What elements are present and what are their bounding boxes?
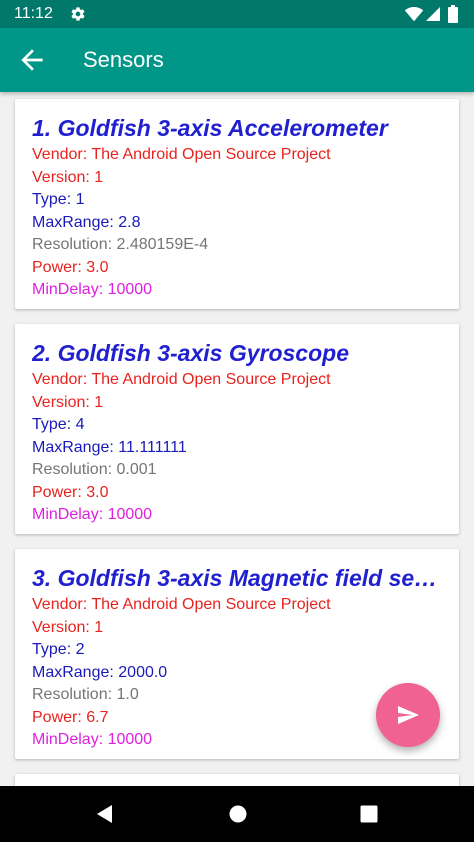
sensor-type: Type: 1 [32,191,85,208]
sensor-version: Version: 1 [32,168,104,186]
sensor-max-range: MaxRange: 11.111111 [32,438,187,456]
sensor-title: 1. Goldfish 3-axis Accelerometer [32,115,388,141]
sensor-version: Version: 1 [32,393,104,411]
nav-home-icon[interactable] [227,803,249,825]
nav-recents-icon[interactable] [359,804,379,824]
gear-icon [71,7,85,21]
sensor-resolution: Resolution: 0.001 [32,461,157,478]
status-bar: 11:12 [0,0,474,28]
sensor-title: 2. Goldfish 3-axis Gyroscope [32,340,349,366]
arrow-back-icon[interactable] [16,44,48,76]
sensor-max-range: MaxRange: 2.8 [32,213,141,231]
sensor-vendor: Vendor: The Android Open Source Project [32,596,331,613]
navigation-bar [0,786,474,842]
sensor-min-delay: MinDelay: 10000 [32,506,153,523]
page-title: Sensors [83,47,164,72]
wifi-icon [404,6,424,22]
sensor-type: Type: 4 [32,416,85,433]
sensor-list[interactable]: 1. Goldfish 3-axis Accelerometer Vendor:… [0,92,474,786]
status-time: 11:12 [14,5,53,22]
sensor-max-range: MaxRange: 2000.0 [32,663,168,681]
send-icon [398,706,419,724]
sensor-card[interactable] [15,774,459,786]
sensor-version: Version: 1 [32,618,104,636]
sensor-resolution: Resolution: 2.480159E-4 [32,236,209,253]
signal-icon [426,7,440,21]
send-button[interactable] [376,683,440,747]
sensor-vendor: Vendor: The Android Open Source Project [32,146,331,163]
sensor-min-delay: MinDelay: 10000 [32,281,153,298]
sensor-power: Power: 3.0 [32,258,109,276]
sensor-card[interactable]: 2. Goldfish 3-axis Gyroscope Vendor: The… [15,324,459,534]
battery-icon [448,5,458,23]
sensor-type: Type: 2 [32,641,85,658]
sensor-vendor: Vendor: The Android Open Source Project [32,371,331,388]
app-bar: Sensors [0,28,474,92]
sensor-power: Power: 3.0 [32,483,109,501]
sensor-card[interactable]: 1. Goldfish 3-axis Accelerometer Vendor:… [15,99,459,309]
sensor-title: 3. Goldfish 3-axis Magnetic field sensor [32,565,444,591]
nav-back-icon[interactable] [94,803,116,825]
